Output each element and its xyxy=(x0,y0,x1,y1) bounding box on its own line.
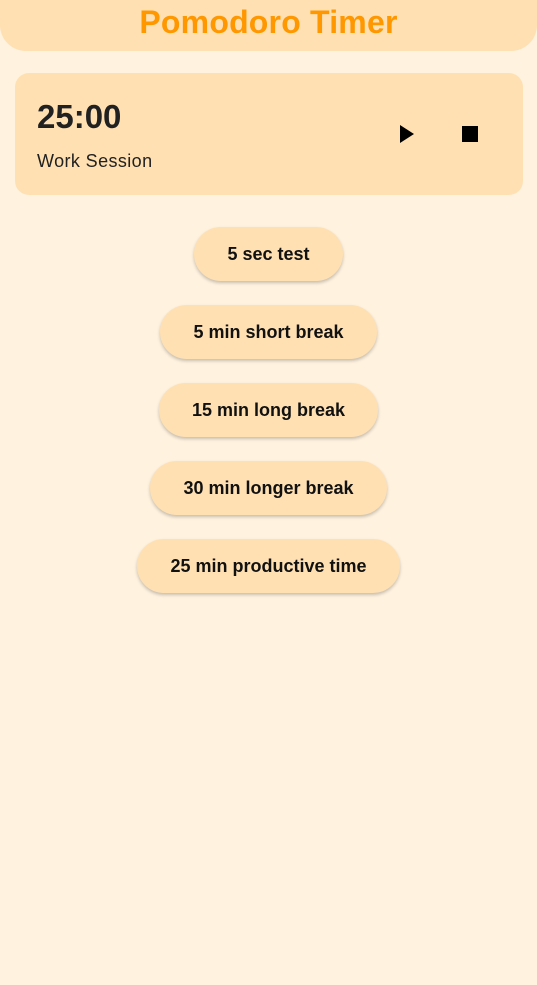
play-button[interactable] xyxy=(387,114,427,154)
page-title: Pomodoro Timer xyxy=(139,4,398,40)
stop-button[interactable] xyxy=(450,114,490,154)
timer-card: 25:00 Work Session xyxy=(15,73,523,195)
preset-list: 5 sec test 5 min short break 15 min long… xyxy=(0,227,537,617)
app-bar: Pomodoro Timer xyxy=(0,0,537,51)
play-icon xyxy=(400,125,414,143)
preset-longer-break-button[interactable]: 30 min longer break xyxy=(150,461,387,515)
preset-productive-time-button[interactable]: 25 min productive time xyxy=(137,539,400,593)
stop-icon xyxy=(462,126,478,142)
preset-short-break-button[interactable]: 5 min short break xyxy=(160,305,377,359)
preset-long-break-button[interactable]: 15 min long break xyxy=(158,383,379,437)
session-label: Work Session xyxy=(37,151,153,171)
preset-5-sec-test-button[interactable]: 5 sec test xyxy=(194,227,343,281)
time-display: 25:00 xyxy=(37,98,122,135)
